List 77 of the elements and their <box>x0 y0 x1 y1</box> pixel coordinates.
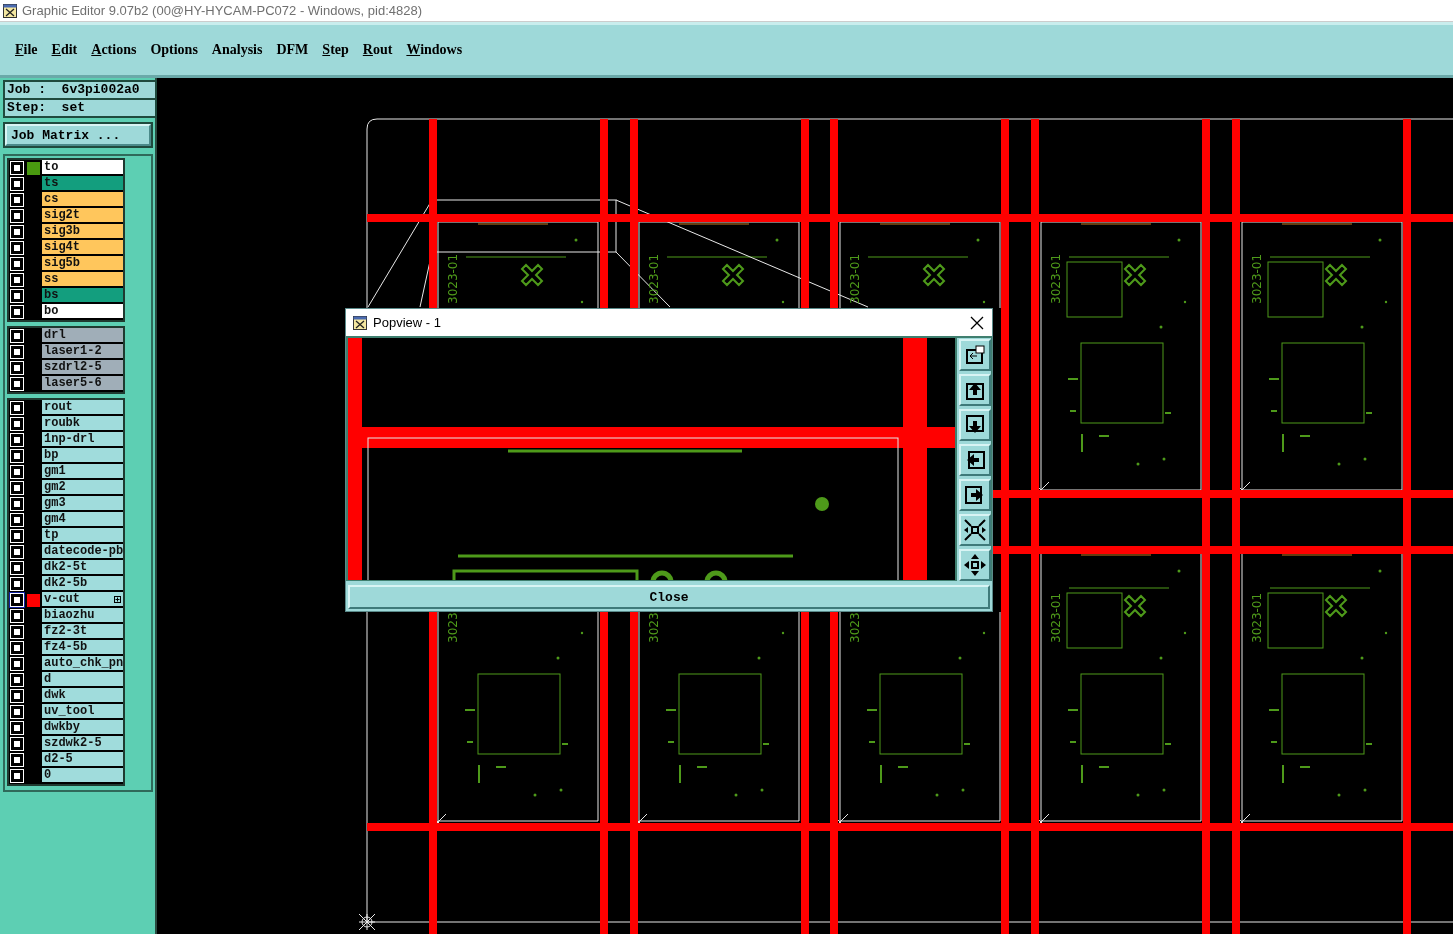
menu-item[interactable]: Windows <box>399 40 470 60</box>
layer-name[interactable]: 0 <box>42 768 123 784</box>
layer-name[interactable]: to <box>42 160 123 176</box>
panel-label: 3023 <box>446 612 460 643</box>
layer-name[interactable]: szdrl2-5 <box>42 360 123 376</box>
layer-name[interactable]: biaozhu <box>42 608 123 624</box>
layer-name[interactable]: laser1-2 <box>42 344 123 360</box>
menu-item[interactable]: Step <box>315 40 356 60</box>
layer-name[interactable]: fz4-5b <box>42 640 123 656</box>
view-tool-button[interactable] <box>959 444 991 477</box>
shrink-arrows-icon <box>964 519 986 542</box>
layer-name[interactable]: rout <box>42 400 123 416</box>
app-icon <box>353 315 367 330</box>
layer-name[interactable]: sig4t <box>42 240 123 256</box>
layer-name[interactable]: v-cut <box>42 592 123 608</box>
expand-arrows-icon <box>964 554 986 577</box>
layer-name[interactable]: d <box>42 672 123 688</box>
layer-name[interactable]: ss <box>42 272 123 288</box>
view-tool-button[interactable] <box>959 374 991 407</box>
panel-label: 3023-01 <box>848 253 862 304</box>
menu-item[interactable]: File <box>8 40 45 60</box>
layer-name[interactable]: dwkby <box>42 720 123 736</box>
view-tool-button[interactable] <box>959 549 991 582</box>
close-button[interactable]: Close <box>348 585 990 609</box>
menu-item[interactable]: Options <box>143 40 205 60</box>
layer-name[interactable]: sig3b <box>42 224 123 240</box>
layer-name[interactable]: bs <box>42 288 123 304</box>
layer-name[interactable]: szdwk2-5 <box>42 736 123 752</box>
view-tool-button[interactable] <box>959 339 991 372</box>
menu-item[interactable]: Edit <box>44 40 85 60</box>
layer-name[interactable]: dk2-5t <box>42 560 123 576</box>
view-tool-button[interactable] <box>959 479 991 512</box>
layer-name[interactable]: uv_tool <box>42 704 123 720</box>
layer-name[interactable]: gm3 <box>42 496 123 512</box>
layer-name[interactable]: bp <box>42 448 123 464</box>
app-icon <box>3 3 17 18</box>
layer-name[interactable]: laser5-6 <box>42 376 123 392</box>
layer-name[interactable]: auto_chk_pn <box>42 656 123 672</box>
job-field: Job : 6v3pi002a0 <box>5 82 155 98</box>
panel-label: 3023-01 <box>1250 253 1264 304</box>
layer-name[interactable]: bo <box>42 304 123 320</box>
close-icon[interactable] <box>970 315 984 330</box>
layer-name[interactable]: roubk <box>42 416 123 432</box>
layer-name[interactable]: 1np-drl <box>42 432 123 448</box>
menu-item[interactable]: Actions <box>84 40 144 60</box>
origin-icon <box>358 913 376 931</box>
window-title: Graphic Editor 9.07b2 (00@HY-HYCAM-PC072 - Windows, pid:4828) <box>22 3 422 18</box>
panel-label: 3023-01 <box>446 253 460 304</box>
layer-name[interactable]: dk2-5b <box>42 576 123 592</box>
menu-item[interactable]: DFM <box>269 40 316 60</box>
layer-name[interactable]: tp <box>42 528 123 544</box>
layer-name[interactable]: fz2-3t <box>42 624 123 640</box>
step-field: Step: set <box>5 100 155 116</box>
popview-title: Popview - 1 <box>373 315 442 331</box>
panel-label: 3023-01 <box>1049 253 1063 304</box>
job-matrix-button[interactable]: Job Matrix ... <box>5 124 151 146</box>
panel-label: 3023-01 <box>1250 592 1264 643</box>
menu-item[interactable]: Analysis <box>204 40 270 60</box>
layer-name[interactable]: gm1 <box>42 464 123 480</box>
layer-name[interactable]: sig5b <box>42 256 123 272</box>
layer-name[interactable]: drl <box>42 328 123 344</box>
panel-label: 3023-01 <box>1049 592 1063 643</box>
layer-name[interactable]: cs <box>42 192 123 208</box>
window-arrow-icon <box>964 344 986 367</box>
layer-name[interactable]: dwk <box>42 688 123 704</box>
layer-name[interactable]: datecode-pb <box>42 544 123 560</box>
view-tool-button[interactable] <box>959 409 991 442</box>
layer-name[interactable]: gm2 <box>42 480 123 496</box>
layer-name[interactable]: sig2t <box>42 208 123 224</box>
panel-label: 3023 <box>848 612 862 643</box>
panel-label: 3023-01 <box>647 253 661 304</box>
panel-label: 3023 <box>647 612 661 643</box>
view-tool-button[interactable] <box>959 514 991 547</box>
layer-name[interactable]: gm4 <box>42 512 123 528</box>
layer-name[interactable]: ts <box>42 176 123 192</box>
menu-item[interactable]: Rout <box>355 40 400 60</box>
layer-name[interactable]: d2-5 <box>42 752 123 768</box>
